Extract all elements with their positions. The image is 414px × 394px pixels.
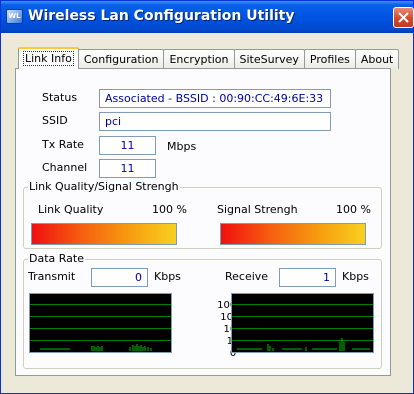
close-button[interactable] [393,7,414,28]
transmit-label: Transmit [28,270,76,283]
tab-label: Profiles [309,53,350,66]
tab-strip: Link Info Configuration Encryption SiteS… [18,47,400,69]
transmit-field: 0 [91,268,148,287]
receive-unit: Kbps [342,270,369,283]
main-window: WL Wireless Lan Configuration Utility Li… [0,0,414,394]
status-label: Status [42,91,78,104]
tab-configuration[interactable]: Configuration [77,49,165,69]
tab-profiles[interactable]: Profiles [303,49,356,69]
signal-strength-label: Signal Strengh [217,203,298,216]
wireless-app-icon: WL [6,9,23,24]
txrate-label: Tx Rate [42,138,84,151]
tab-label: Link Info [23,51,74,66]
transmit-unit: Kbps [154,270,181,283]
link-quality-label: Link Quality [38,203,104,216]
signal-strength-value: 100 % [336,203,371,216]
client-area: Link Info Configuration Encryption SiteS… [4,33,410,391]
tab-about[interactable]: About [354,49,400,69]
tab-sitesurvey[interactable]: SiteSurvey [233,49,305,69]
link-quality-value: 100 % [152,203,187,216]
transmit-graph-plot [30,304,171,351]
tab-label: About [360,53,394,66]
link-info-panel: Status Associated - BSSID : 00:90:CC:49:… [15,68,391,376]
window-title: Wireless Lan Configuration Utility [28,8,295,24]
tab-link-info[interactable]: Link Info [18,47,79,69]
ssid-label: SSID [42,114,68,127]
signal-strength-bar [220,223,366,245]
close-icon [398,12,409,23]
link-quality-group-title: Link Quality/Signal Strengh [28,180,180,193]
data-rate-group: Data Rate Transmit 0 Kbps Receive 1 Kbps [23,252,382,369]
status-field: Associated - BSSID : 00:90:CC:49:6E:33 [99,89,331,108]
tab-label: Encryption [169,53,229,66]
link-quality-bar [31,223,177,245]
txrate-field: 11 [99,136,156,155]
tab-label: SiteSurvey [239,53,299,66]
transmit-graph [29,293,172,353]
title-bar[interactable]: WL Wireless Lan Configuration Utility [1,1,414,33]
link-quality-group: Link Quality/Signal Strengh Link Quality… [23,180,382,249]
tab-encryption[interactable]: Encryption [163,49,235,69]
receive-graph [231,293,374,353]
txrate-unit: Mbps [167,140,197,153]
tab-label: Configuration [83,53,159,66]
channel-label: Channel [42,161,88,174]
data-rate-group-title: Data Rate [28,252,85,265]
receive-field: 1 [279,268,336,287]
channel-field: 11 [99,159,156,178]
receive-label: Receive [225,270,269,283]
ssid-field: pci [99,112,331,131]
receive-graph-plot [232,304,373,351]
